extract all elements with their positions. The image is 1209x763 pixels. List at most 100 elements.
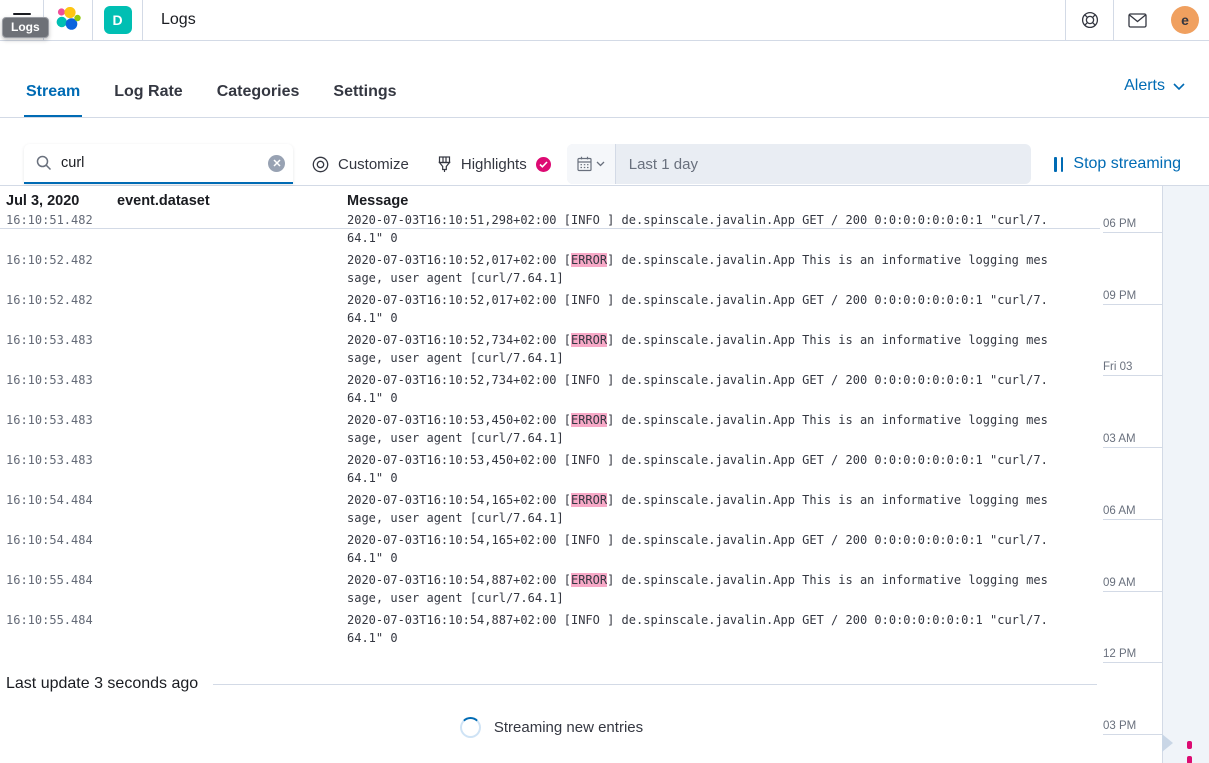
last-update-text: Last update 3 seconds ago: [6, 675, 198, 693]
log-entry-message: 2020-07-03T16:10:52,017+02:00 [INFO ] de…: [347, 291, 1051, 331]
calendar-icon: [577, 156, 592, 172]
log-entry-dataset: [117, 251, 347, 291]
log-entry[interactable]: 16:10:51.482 2020-07-03T16:10:51,298+02:0…: [0, 211, 1100, 251]
search-input[interactable]: [61, 155, 268, 171]
stop-streaming-label: Stop streaming: [1073, 155, 1181, 173]
search-box[interactable]: [24, 144, 293, 184]
customize-button[interactable]: Customize: [312, 156, 409, 173]
column-header-dataset[interactable]: event.dataset: [117, 193, 347, 209]
newsfeed-button[interactable]: [1113, 0, 1161, 40]
log-entry-timestamp: 16:10:53.483: [6, 331, 117, 371]
minimap-entry-marker: [1187, 756, 1192, 763]
streaming-status-row: Streaming new entries: [6, 717, 1097, 738]
column-header-divider: [0, 228, 1100, 229]
column-header-date[interactable]: Jul 3, 2020: [6, 193, 117, 209]
loading-spinner-icon: [460, 717, 481, 738]
last-update-row: Last update 3 seconds ago: [6, 675, 1097, 693]
top-header-bar: Logs D Logs: [0, 0, 1209, 41]
log-stream: Jul 3, 2020 event.dataset Message 16:10:…: [0, 186, 1100, 763]
log-level: INFO: [571, 453, 607, 467]
log-level: INFO: [571, 213, 607, 227]
log-entry-timestamp: 16:10:54.484: [6, 531, 117, 571]
highlights-active-badge: [536, 157, 551, 172]
eye-icon: [312, 156, 329, 173]
stop-streaming-button[interactable]: Stop streaming: [1054, 155, 1181, 173]
log-entry-dataset: [117, 211, 347, 251]
log-entry-message: 2020-07-03T16:10:52,734+02:00 [INFO ] de…: [347, 371, 1051, 411]
check-icon: [539, 161, 548, 168]
time-ruler-tick: 03 PM: [1103, 720, 1162, 735]
log-entry-timestamp: 16:10:53.483: [6, 371, 117, 411]
log-entry-dataset: [117, 491, 347, 531]
log-entry-dataset: [117, 611, 347, 651]
log-level: INFO: [571, 373, 607, 387]
log-entry[interactable]: 16:10:54.4842020-07-03T16:10:54,165+02:0…: [0, 491, 1100, 531]
log-entry-timestamp: 16:10:52.482: [6, 251, 117, 291]
log-entry-dataset: [117, 411, 347, 451]
user-menu-button[interactable]: e: [1161, 0, 1209, 40]
log-entry[interactable]: 16:10:53.4832020-07-03T16:10:52,734+02:0…: [0, 331, 1100, 371]
log-entry-message: 2020-07-03T16:10:51,298+02:00 [INFO ] de…: [347, 211, 1051, 251]
log-entry[interactable]: 16:10:52.482 2020-07-03T16:10:52,017+02:0…: [0, 251, 1100, 291]
log-entry[interactable]: 16:10:53.4832020-07-03T16:10:53,450+02:0…: [0, 411, 1100, 451]
log-entry-timestamp: 16:10:55.484: [6, 611, 117, 651]
footer-divider: [213, 684, 1097, 685]
minimap-scrollbar[interactable]: [1162, 186, 1209, 763]
space-selector-button[interactable]: D: [93, 0, 143, 40]
log-entry-timestamp: 16:10:52.482: [6, 291, 117, 331]
log-entry-timestamp: 16:10:51.482: [6, 211, 117, 251]
log-entry-message: 2020-07-03T16:10:53,450+02:00 [INFO ] de…: [347, 451, 1051, 491]
menu-toggle-button[interactable]: Logs: [0, 0, 44, 40]
streaming-status-text: Streaming new entries: [494, 719, 643, 736]
log-entry[interactable]: 16:10:53.483 2020-07-03T16:10:52,734+02:0…: [0, 371, 1100, 411]
log-entry-message: 2020-07-03T16:10:52,017+02:00 [ERROR] de…: [347, 251, 1051, 291]
log-entry[interactable]: 16:10:55.484 2020-07-03T16:10:54,887+02:0…: [0, 611, 1100, 651]
log-level-error-highlight: ERROR: [571, 333, 607, 347]
tab-stream[interactable]: Stream: [24, 69, 82, 117]
log-entry-dataset: [117, 291, 347, 331]
elastic-logo-button[interactable]: [44, 0, 93, 40]
log-entry[interactable]: 16:10:55.4842020-07-03T16:10:54,887+02:0…: [0, 571, 1100, 611]
minimap-viewport-indicator[interactable]: [1162, 734, 1173, 752]
log-entry-list: 16:10:51.482 2020-07-03T16:10:51,298+02:0…: [0, 211, 1100, 651]
date-range-value[interactable]: Last 1 day: [616, 144, 698, 184]
log-level-error-highlight: ERROR: [571, 413, 607, 427]
log-entry-message: 2020-07-03T16:10:54,165+02:00 [INFO ] de…: [347, 531, 1051, 571]
brush-icon: [437, 156, 452, 173]
menu-tooltip: Logs: [2, 17, 49, 38]
customize-label: Customize: [338, 156, 409, 173]
column-header-message[interactable]: Message: [347, 193, 1051, 209]
log-entry-dataset: [117, 331, 347, 371]
date-quick-select-button[interactable]: [567, 144, 616, 184]
chevron-down-icon: [1173, 83, 1185, 90]
help-button[interactable]: [1065, 0, 1113, 40]
log-entry-dataset: [117, 531, 347, 571]
time-ruler-tick: 09 PM: [1103, 290, 1162, 305]
time-ruler-tick: 06 PM: [1103, 218, 1162, 233]
highlights-button[interactable]: Highlights: [437, 156, 551, 173]
time-ruler-tick: 03 AM: [1103, 433, 1162, 448]
column-header-row: Jul 3, 2020 event.dataset Message: [0, 193, 1100, 209]
log-level-error-highlight: ERROR: [571, 493, 607, 507]
log-level: INFO: [571, 613, 607, 627]
log-entry[interactable]: 16:10:52.482 2020-07-03T16:10:52,017+02:0…: [0, 291, 1100, 331]
elastic-logo-icon: [55, 7, 81, 33]
log-level-error-highlight: ERROR: [571, 573, 607, 587]
time-ruler-tick: 09 AM: [1103, 577, 1162, 592]
log-entry-timestamp: 16:10:53.483: [6, 451, 117, 491]
log-entry-message: 2020-07-03T16:10:54,887+02:00 [INFO ] de…: [347, 611, 1051, 651]
log-entry[interactable]: 16:10:54.484 2020-07-03T16:10:54,165+02:0…: [0, 531, 1100, 571]
log-entry-timestamp: 16:10:54.484: [6, 491, 117, 531]
log-entry-dataset: [117, 371, 347, 411]
tab-categories[interactable]: Categories: [215, 69, 302, 117]
time-ruler-tick: Fri 03: [1103, 361, 1162, 376]
tab-settings[interactable]: Settings: [331, 69, 398, 117]
mail-icon: [1128, 13, 1147, 28]
stream-footer: Last update 3 seconds ago Streaming new …: [6, 675, 1097, 738]
tab-log-rate[interactable]: Log Rate: [112, 69, 184, 117]
log-entry-message: 2020-07-03T16:10:53,450+02:00 [ERROR] de…: [347, 411, 1051, 451]
log-entry[interactable]: 16:10:53.483 2020-07-03T16:10:53,450+02:0…: [0, 451, 1100, 491]
alerts-dropdown-button[interactable]: Alerts: [1124, 77, 1185, 117]
minimap-entry-marker: [1187, 741, 1192, 749]
clear-search-button[interactable]: [268, 155, 285, 172]
